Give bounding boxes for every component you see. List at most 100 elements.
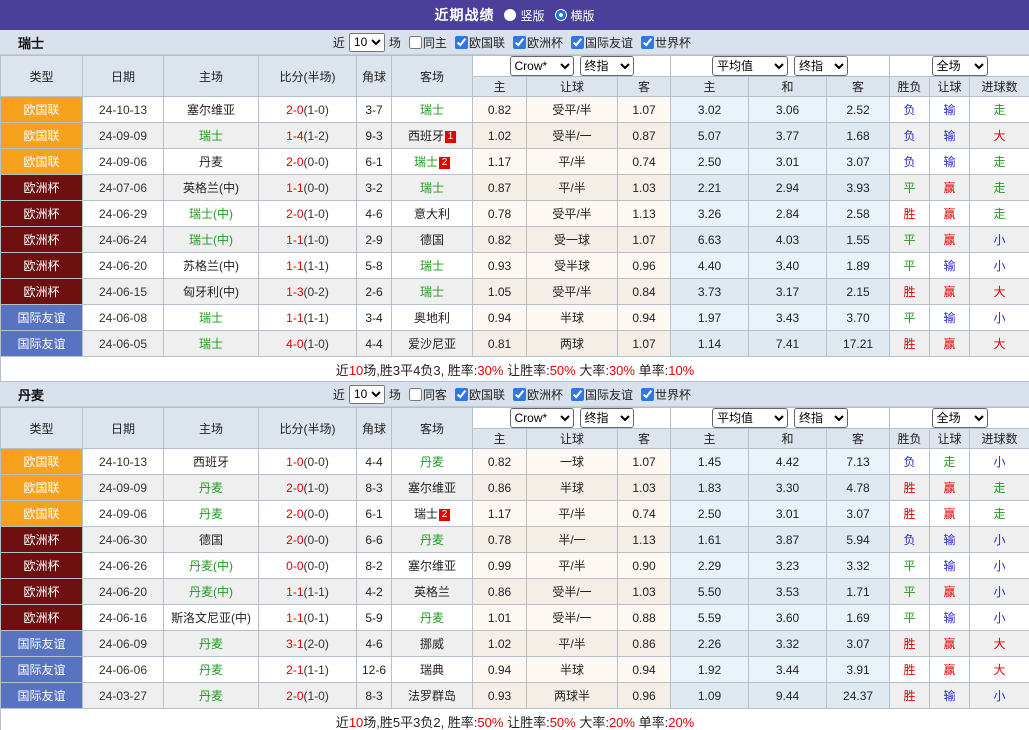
recent-count-select[interactable]: 10 <box>349 385 385 404</box>
result-handicap: 输 <box>930 305 970 331</box>
handicap-away-odds: 0.96 <box>618 683 671 709</box>
league-euro-checkbox[interactable] <box>513 36 526 49</box>
league-worldcup-label: 世界杯 <box>655 386 691 403</box>
corner-score: 8-2 <box>357 553 392 579</box>
away-team-name: 德国 <box>420 233 444 247</box>
league-worldcup-checkbox[interactable] <box>641 388 654 401</box>
league-friendly-checkbox[interactable] <box>571 388 584 401</box>
home-team: 瑞士(中) <box>164 227 259 253</box>
result-handicap: 输 <box>930 527 970 553</box>
handicap-away-odds: 1.13 <box>618 527 671 553</box>
league-filter-worldcup[interactable]: 世界杯 <box>635 34 691 51</box>
away-team: 瑞士 <box>392 97 473 123</box>
avg-away-odds: 3.32 <box>827 553 890 579</box>
handicap-line: 平/半 <box>527 631 618 657</box>
avg-draw-odds: 3.01 <box>749 149 827 175</box>
away-team-name: 瑞典 <box>420 663 444 677</box>
handicap-home-odds: 0.93 <box>473 253 527 279</box>
home-team-name: 瑞士(中) <box>189 207 233 221</box>
avg-time-select[interactable]: 终指 <box>794 56 848 76</box>
halftime-score: (0-0) <box>304 155 329 169</box>
match-row: 欧洲杯24-07-06英格兰(中)1-1(0-0)3-2瑞士0.87平/半1.0… <box>1 175 1029 201</box>
league-friendly-checkbox[interactable] <box>571 36 584 49</box>
handicap-home-odds: 1.01 <box>473 605 527 631</box>
match-date: 24-10-13 <box>83 97 164 123</box>
league-filter-friendly[interactable]: 国际友谊 <box>565 386 633 403</box>
same-venue-filter[interactable]: 同主 <box>403 34 447 51</box>
match-scope-select[interactable]: 全场 <box>932 56 988 76</box>
league-filter-worldcup[interactable]: 世界杯 <box>635 386 691 403</box>
away-team-name: 奥地利 <box>414 311 450 325</box>
avg-home-odds: 3.73 <box>671 279 749 305</box>
col-result-wdl: 胜负 <box>890 77 930 97</box>
same-venue-checkbox[interactable] <box>409 36 422 49</box>
corner-score: 8-3 <box>357 475 392 501</box>
summary-highlight: 50% <box>550 715 576 730</box>
handicap-away-odds: 0.88 <box>618 605 671 631</box>
league-type-badge: 欧洲杯 <box>1 253 83 279</box>
col-avg-away: 客 <box>827 429 890 449</box>
league-nl-checkbox[interactable] <box>455 36 468 49</box>
odds-company-select[interactable]: Crow* <box>510 408 574 428</box>
score: 2-0(1-0) <box>259 201 357 227</box>
fulltime-score: 2-0 <box>286 507 303 521</box>
same-venue-checkbox[interactable] <box>409 388 422 401</box>
league-euro-checkbox[interactable] <box>513 388 526 401</box>
summary-text: 近 <box>336 715 349 730</box>
match-date: 24-09-09 <box>83 475 164 501</box>
score: 1-1(0-0) <box>259 175 357 201</box>
col-away: 客场 <box>392 408 473 449</box>
radio-checked-icon[interactable] <box>555 9 567 21</box>
radio-unchecked-icon[interactable] <box>504 9 516 21</box>
fulltime-score: 1-1 <box>286 233 303 247</box>
league-worldcup-checkbox[interactable] <box>641 36 654 49</box>
col-result-hcap: 让球 <box>930 77 970 97</box>
league-filter-euro[interactable]: 欧洲杯 <box>507 34 563 51</box>
away-team-name: 法罗群岛 <box>408 689 456 703</box>
league-type-badge: 欧洲杯 <box>1 227 83 253</box>
match-row: 欧洲杯24-06-20丹麦(中)1-1(1-1)4-2英格兰0.86受半/一1.… <box>1 579 1029 605</box>
result-goals: 走 <box>970 149 1029 175</box>
league-filter-euro[interactable]: 欧洲杯 <box>507 386 563 403</box>
result-goals: 小 <box>970 253 1029 279</box>
score: 2-1(1-1) <box>259 657 357 683</box>
league-nl-checkbox[interactable] <box>455 388 468 401</box>
league-type-badge: 欧国联 <box>1 501 83 527</box>
team-section-denmark: 丹麦 近 10 场 同客 欧国联 欧洲杯 国际友谊 世界杯 类型 <box>0 382 1029 730</box>
col-type: 类型 <box>1 56 83 97</box>
league-filter-friendly[interactable]: 国际友谊 <box>565 34 633 51</box>
handicap-home-odds: 0.78 <box>473 527 527 553</box>
result-wdl: 负 <box>890 97 930 123</box>
avg-away-odds: 3.07 <box>827 631 890 657</box>
same-venue-filter[interactable]: 同客 <box>403 386 447 403</box>
match-scope-select[interactable]: 全场 <box>932 408 988 428</box>
avg-away-odds: 1.55 <box>827 227 890 253</box>
halftime-score: (1-0) <box>304 207 329 221</box>
layout-vertical-option[interactable]: 竖版 <box>504 7 544 24</box>
result-wdl: 胜 <box>890 631 930 657</box>
odds-time-select[interactable]: 终指 <box>580 408 634 428</box>
odds-company-select[interactable]: Crow* <box>510 56 574 76</box>
record-summary: 近10场,胜5平3负2, 胜率:50% 让胜率:50% 大率:20% 单率:20… <box>1 709 1029 730</box>
col-corner: 角球 <box>357 408 392 449</box>
away-team-name: 瑞士 <box>420 103 444 117</box>
away-team: 挪威 <box>392 631 473 657</box>
avg-time-select[interactable]: 终指 <box>794 408 848 428</box>
away-team-name: 塞尔维亚 <box>408 559 456 573</box>
avg-odds-select[interactable]: 平均值 <box>712 56 788 76</box>
recent-count-select[interactable]: 10 <box>349 33 385 52</box>
home-team-name: 瑞士 <box>199 129 223 143</box>
match-row: 欧国联24-10-13西班牙1-0(0-0)4-4丹麦0.82一球1.071.4… <box>1 449 1029 475</box>
league-filter-nl[interactable]: 欧国联 <box>449 34 505 51</box>
summary-highlight: 10 <box>349 363 363 378</box>
layout-horizontal-option[interactable]: 横版 <box>555 7 595 24</box>
avg-odds-select[interactable]: 平均值 <box>712 408 788 428</box>
handicap-away-odds: 0.87 <box>618 123 671 149</box>
avg-draw-odds: 3.32 <box>749 631 827 657</box>
league-filter-nl[interactable]: 欧国联 <box>449 386 505 403</box>
col-hcap-home: 主 <box>473 429 527 449</box>
handicap-line: 半球 <box>527 305 618 331</box>
result-wdl: 胜 <box>890 657 930 683</box>
match-row: 欧洲杯24-06-15匈牙利(中)1-3(0-2)2-6瑞士1.05受平/半0.… <box>1 279 1029 305</box>
odds-time-select[interactable]: 终指 <box>580 56 634 76</box>
